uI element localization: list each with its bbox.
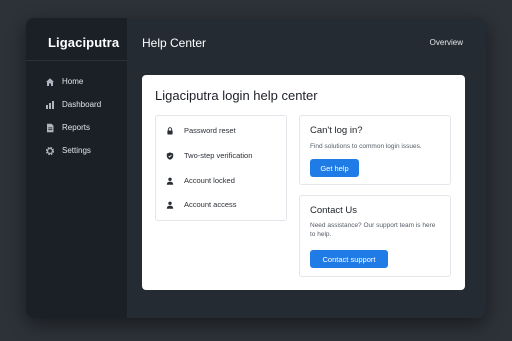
- topic-two-step-verification[interactable]: Two-step verification: [166, 151, 252, 160]
- contact-us-title: Contact Us: [310, 205, 357, 216]
- get-help-button[interactable]: Get help: [310, 159, 359, 177]
- sidebar: Ligaciputra Home Dashboard Reports Setti…: [26, 18, 127, 318]
- app-window: Ligaciputra Home Dashboard Reports Setti…: [26, 18, 486, 318]
- shield-icon: [166, 151, 174, 160]
- cant-login-panel: Can't log in? Find solutions to common l…: [299, 115, 451, 185]
- sidebar-item-settings[interactable]: Settings: [45, 139, 101, 162]
- cant-login-text: Find solutions to common login issues.: [310, 143, 422, 150]
- contact-support-button[interactable]: Contact support: [310, 250, 388, 268]
- header-bar: Help Center Overview: [127, 18, 486, 66]
- gear-icon: [45, 146, 55, 156]
- sidebar-item-dashboard[interactable]: Dashboard: [45, 93, 101, 116]
- sidebar-nav: Home Dashboard Reports Settings: [45, 70, 101, 162]
- help-center-card: Ligaciputra login help center Password r…: [142, 75, 465, 290]
- contact-us-panel: Contact Us Need assistance? Our support …: [299, 195, 451, 277]
- lock-icon: [166, 126, 174, 135]
- home-icon: [45, 77, 55, 87]
- brand-logo: Ligaciputra: [48, 35, 120, 50]
- help-center-title: Ligaciputra login help center: [155, 88, 318, 103]
- sidebar-item-label: Home: [62, 77, 84, 86]
- cant-login-title: Can't log in?: [310, 125, 363, 136]
- help-topics-list: Password reset Two-step verification Acc…: [155, 115, 287, 221]
- sidebar-item-label: Settings: [62, 146, 91, 155]
- bar-chart-icon: [45, 100, 55, 110]
- main-content: Ligaciputra login help center Password r…: [127, 66, 486, 318]
- document-icon: [45, 123, 55, 133]
- topic-label: Password reset: [184, 126, 236, 135]
- topic-label: Two-step verification: [184, 151, 253, 160]
- sidebar-divider: [26, 60, 127, 61]
- user-icon: [166, 201, 174, 209]
- contact-us-text: Need assistance? Our support team is her…: [310, 222, 436, 238]
- overview-link[interactable]: Overview: [430, 38, 463, 47]
- topic-label: Account access: [184, 200, 237, 209]
- page-title: Help Center: [142, 36, 207, 50]
- topic-password-reset[interactable]: Password reset: [166, 126, 236, 135]
- topic-account-access[interactable]: Account access: [166, 200, 237, 209]
- topic-label: Account locked: [184, 176, 235, 185]
- sidebar-item-reports[interactable]: Reports: [45, 116, 101, 139]
- sidebar-item-label: Reports: [62, 123, 91, 132]
- user-icon: [166, 177, 174, 185]
- sidebar-item-label: Dashboard: [62, 100, 102, 109]
- topic-account-locked[interactable]: Account locked: [166, 176, 235, 185]
- sidebar-item-home[interactable]: Home: [45, 70, 101, 93]
